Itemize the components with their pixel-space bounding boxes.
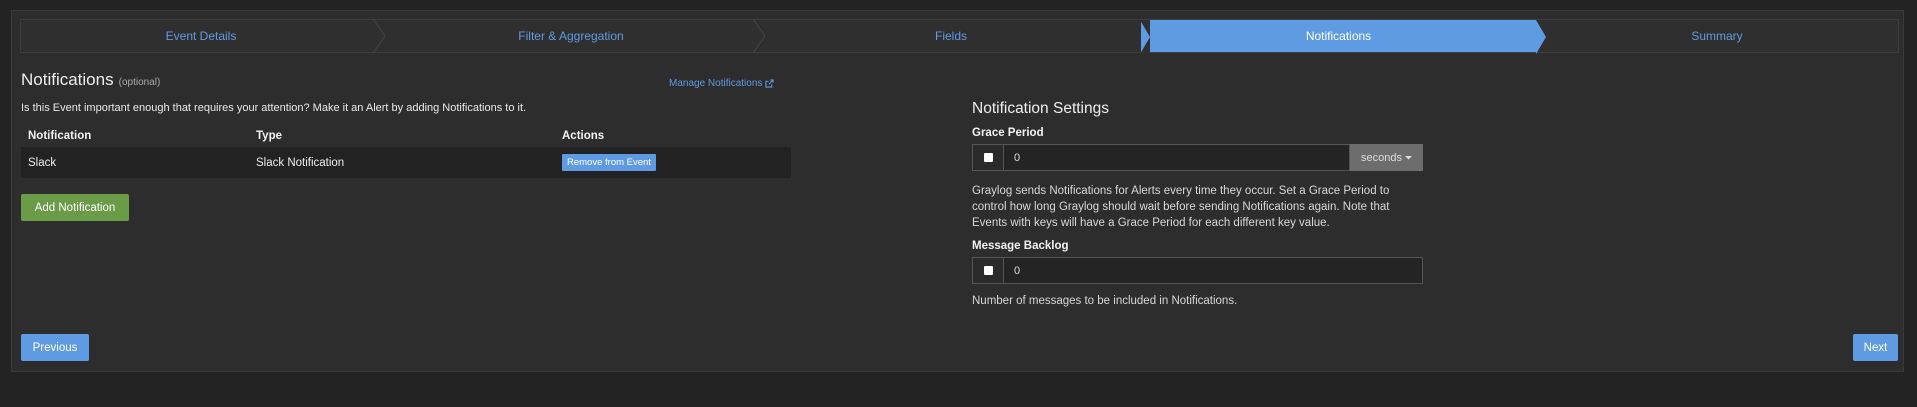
table-row: Slack Slack Notification Remove from Eve…	[21, 147, 791, 178]
checkbox-box	[983, 153, 993, 162]
col-type: Type	[256, 130, 282, 142]
message-backlog-help: Number of messages to be included in Not…	[972, 295, 1238, 307]
grace-period-input[interactable]: 0	[1003, 144, 1350, 171]
grace-period-help: Graylog sends Notifications for Alerts e…	[972, 185, 1390, 229]
next-button[interactable]: Next	[1853, 334, 1898, 361]
notifications-section: Notifications (optional) Manage Notifica…	[21, 70, 791, 221]
unit-label: seconds	[1361, 151, 1402, 164]
checkbox-box	[983, 266, 993, 275]
external-link-icon	[765, 79, 775, 88]
grace-period-group: 0 seconds	[972, 144, 1423, 171]
step-label: Summary	[1691, 29, 1743, 43]
add-notification-button[interactable]: Add Notification	[21, 194, 129, 221]
step-filter-aggregation[interactable]: Filter & Aggregation	[381, 19, 766, 53]
message-backlog-label: Message Backlog	[972, 240, 1069, 252]
step-label: Event Details	[165, 29, 237, 43]
step-separator-icon	[372, 19, 386, 53]
table-header-row: Notification Type Actions	[21, 126, 791, 147]
manage-notifications-link[interactable]: Manage Notifications	[669, 78, 775, 89]
section-title: Notifications	[21, 70, 114, 89]
step-notifications[interactable]: Notifications	[1140, 20, 1546, 54]
step-label: Filter & Aggregation	[518, 29, 624, 43]
grace-period-label: Grace Period	[972, 127, 1044, 139]
cell-notification: Slack	[21, 147, 249, 178]
wizard-stepper: Event Details Filter & Aggregation Field…	[20, 19, 1899, 54]
step-summary[interactable]: Summary	[1536, 20, 1898, 52]
cell-type: Slack Notification	[249, 147, 555, 178]
optional-hint: (optional)	[118, 77, 161, 88]
step-event-details[interactable]: Event Details	[21, 19, 386, 53]
previous-button[interactable]: Previous	[21, 334, 89, 361]
remove-from-event-button[interactable]: Remove from Event	[562, 154, 656, 171]
col-notification: Notification	[28, 130, 92, 142]
cell-actions: Remove from Event	[555, 147, 791, 178]
grace-period-checkbox[interactable]	[972, 144, 1003, 171]
step-label: Fields	[934, 29, 967, 43]
intro-text: Is this Event important enough that requ…	[21, 102, 527, 114]
caret-down-icon	[1404, 156, 1412, 160]
message-backlog-group: 0	[972, 257, 1423, 284]
step-fields[interactable]: Fields	[761, 20, 1141, 52]
step-label: Notifications	[1305, 29, 1372, 43]
settings-title: Notification Settings	[972, 100, 1109, 117]
message-backlog-input[interactable]: 0	[1003, 257, 1423, 284]
grace-period-unit-dropdown[interactable]: seconds	[1350, 144, 1423, 171]
col-actions: Actions	[562, 130, 605, 142]
step-separator-icon	[752, 19, 766, 53]
notification-settings: Notification Settings Grace Period 0 sec…	[972, 100, 1423, 309]
manage-link-label: Manage Notifications	[669, 78, 763, 89]
message-backlog-checkbox[interactable]	[972, 257, 1003, 284]
notifications-table: Notification Type Actions Slack Slack No…	[21, 126, 791, 178]
